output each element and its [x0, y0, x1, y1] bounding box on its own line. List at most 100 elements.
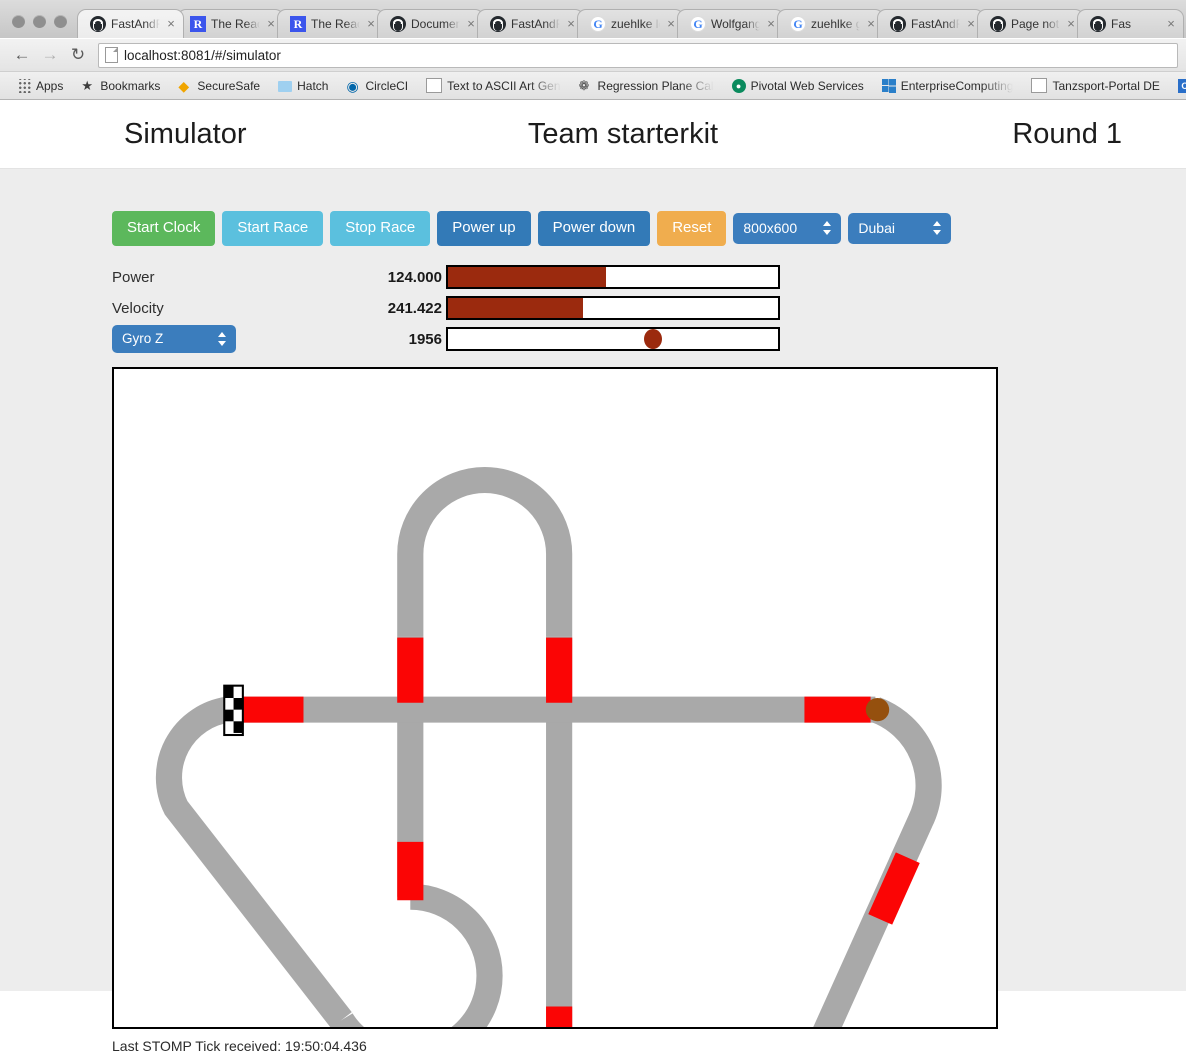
tab-title: Fas — [1111, 17, 1132, 31]
track-select-wrap[interactable]: DubaiSao PauloMonaco — [848, 212, 952, 244]
tab-title: FastAndFu — [911, 17, 960, 31]
stop-race-button[interactable]: Stop Race — [330, 211, 431, 246]
gauge-dot-gyro — [643, 329, 662, 349]
browser-tab[interactable]: Gzuehlke ge × — [777, 9, 884, 38]
gauge-value-gyro: 1956 — [408, 330, 442, 348]
browser-tab[interactable]: Fas × — [1077, 9, 1184, 38]
google-icon: G — [590, 16, 606, 32]
github-icon — [1090, 16, 1106, 32]
bookmark-label: EnterpriseComputing — [900, 78, 1014, 93]
minimize-window-button[interactable] — [33, 15, 46, 28]
tab-close-icon[interactable]: × — [265, 17, 277, 30]
tab-close-icon[interactable]: × — [1165, 17, 1177, 30]
bookmark-item[interactable]: ◉ CircleCI — [337, 72, 417, 99]
browser-tab[interactable]: FastAndFu × — [477, 9, 584, 38]
forward-glyph: → — [41, 45, 59, 64]
document-icon — [426, 78, 443, 93]
url-bar[interactable]: localhost:8081/#/simulator — [98, 42, 1178, 68]
race-track-svg — [155, 466, 942, 1027]
round-label: Round 1 — [1012, 117, 1123, 150]
bookmark-item[interactable]: ❁ Regression Plane Cal — [570, 72, 723, 99]
start-race-button[interactable]: Start Race — [222, 211, 324, 246]
track-top-loop — [397, 466, 573, 636]
tab-close-icon[interactable]: × — [965, 17, 977, 30]
tab-close-icon[interactable]: × — [565, 17, 577, 30]
gyro-select-wrap[interactable]: Gyro XGyro YGyro ZAcceleration XAccelera… — [112, 324, 236, 354]
browser-tab[interactable]: FastAndFu × — [877, 9, 984, 38]
track-red-markers — [239, 637, 920, 1027]
bookmark-item[interactable]: Apps — [8, 72, 72, 99]
browser-tab[interactable]: R The React × — [177, 9, 284, 38]
sensor-select[interactable]: Gyro XGyro YGyro ZAcceleration XAccelera… — [112, 324, 236, 354]
race-track-canvas — [112, 366, 998, 1029]
bookmark-item[interactable]: ● Pivotal Web Services — [723, 72, 873, 99]
tab-close-icon[interactable]: × — [165, 17, 177, 30]
resolution-select-wrap[interactable]: 800x6001024x7681280x1024 — [733, 212, 842, 244]
tab-title: zuehlke lo — [611, 17, 660, 31]
bookmark-label: Regression Plane Cal — [597, 78, 714, 93]
controls-panel: Start Clock Start Race Stop Race Power up Po… — [0, 169, 1186, 355]
tab-close-icon[interactable]: × — [665, 17, 677, 30]
status-last-tick: Last STOMP Tick received: 19:50:04.436 — [112, 1037, 367, 1054]
power-up-button[interactable]: Power up — [437, 211, 531, 246]
browser-toolbar: ← → ↻ localhost:8081/#/simulator — [0, 38, 1186, 71]
securesafe-icon: ◆ — [178, 77, 190, 94]
team-title: Team starterkit — [527, 117, 719, 150]
browser-chrome: FastAndFu×RThe React×RThe React×Document… — [0, 0, 1186, 100]
close-window-button[interactable] — [12, 15, 25, 28]
window-traffic-lights[interactable] — [0, 15, 77, 38]
start-clock-button[interactable]: Start Clock — [112, 211, 216, 246]
track-bottom-left-u — [330, 883, 503, 1027]
track-base — [155, 466, 942, 1027]
tab-close-icon[interactable]: × — [765, 17, 777, 30]
forward-icon[interactable]: → — [36, 42, 64, 68]
github-icon — [890, 16, 906, 32]
browser-tab[interactable]: Gzuehlke lo × — [577, 9, 684, 38]
bookmark-label: SecureSafe — [197, 78, 261, 93]
browser-tab[interactable]: Page not f × — [977, 9, 1084, 38]
tab-strip: FastAndFu×RThe React×RThe React×Document… — [0, 0, 1186, 38]
browser-tab[interactable]: G Wolfgang × — [677, 9, 784, 38]
browser-tab[interactable]: FastAndFu × — [77, 9, 184, 38]
tab-close-icon[interactable]: × — [465, 17, 477, 30]
maximize-window-button[interactable] — [54, 15, 67, 28]
github-icon — [990, 16, 1006, 32]
gauge-row-velocity: Velocity 241.422 — [112, 293, 1186, 324]
bookmark-label: Text to ASCII Art Gen — [447, 78, 561, 93]
reset-button[interactable]: Reset — [657, 211, 727, 246]
track-select[interactable]: DubaiSao PauloMonaco — [848, 212, 952, 244]
bookmark-item[interactable]: Hatch — [269, 72, 337, 99]
bookmark-item[interactable]: O — [1169, 72, 1186, 99]
start-finish-marker — [223, 684, 244, 736]
gauge-bar-fill-velocity — [448, 298, 584, 318]
bookmarks-bar: Apps ★ Bookmarks ◆ SecureSafe Hatch ◉ CircleCI T… — [0, 71, 1186, 99]
app-body: Start Clock Start Race Stop Race Power up Po… — [0, 169, 1186, 1054]
bookmark-label: CircleCI — [365, 78, 409, 93]
enterprise-computing-icon — [881, 78, 896, 93]
bookmark-label: Bookmarks — [100, 78, 161, 93]
gauge-row-power: Power 124.000 — [112, 262, 1186, 293]
browser-tab[interactable]: Document × — [377, 9, 484, 38]
bookmark-item[interactable]: Tanzsport-Portal DE — [1022, 72, 1168, 99]
bookmark-item[interactable]: ◆ SecureSafe — [169, 72, 269, 99]
react-icon: R — [190, 16, 206, 32]
browser-tab[interactable]: R The React × — [277, 9, 384, 38]
track-left-outer — [155, 696, 352, 1027]
power-down-button[interactable]: Power down — [537, 211, 651, 246]
bookmark-item[interactable]: ★ Bookmarks — [72, 72, 169, 99]
tab-title: Document — [411, 17, 460, 31]
bookmark-item[interactable]: EnterpriseComputing — [873, 72, 1023, 99]
back-icon[interactable]: ← — [8, 42, 36, 68]
tab-close-icon[interactable]: × — [1065, 17, 1077, 30]
page-info-icon — [105, 47, 118, 63]
reload-icon[interactable]: ↻ — [64, 42, 92, 68]
bookmark-item[interactable]: Text to ASCII Art Gen — [417, 72, 569, 99]
app-header: Simulator Team starterkit Round 1 — [0, 100, 1186, 169]
circleci-icon: ◉ — [346, 77, 359, 94]
resolution-select[interactable]: 800x6001024x7681280x1024 — [733, 212, 842, 244]
tab-close-icon[interactable]: × — [365, 17, 377, 30]
pivotal-icon: ● — [731, 78, 746, 93]
tab-close-icon[interactable]: × — [865, 17, 877, 30]
gauge-bar-power — [446, 265, 780, 289]
tab-title: The React — [211, 17, 260, 31]
